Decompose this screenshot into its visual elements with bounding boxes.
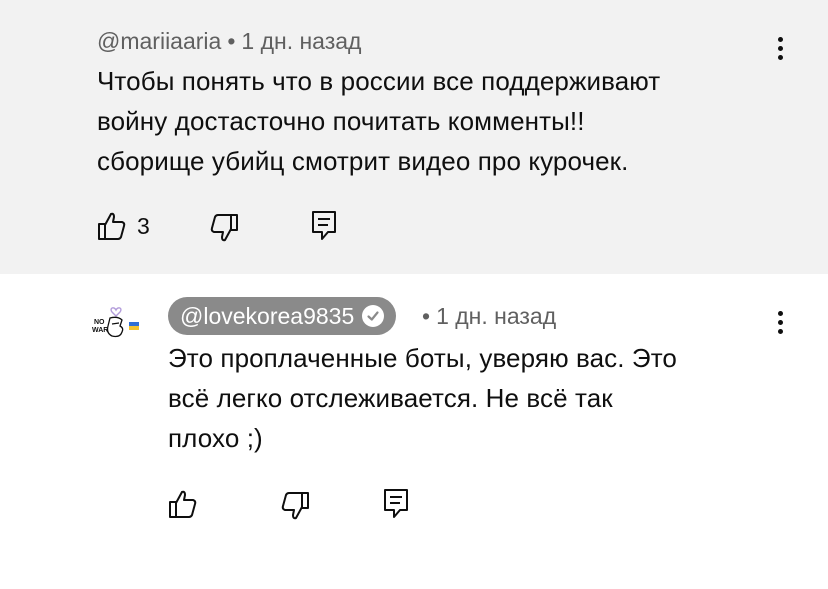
svg-text:NO: NO [94,319,105,326]
meta-separator: • [422,303,431,329]
reply-time[interactable]: 1 дн. назад [436,303,556,329]
reply-text-line: всё легко отслеживается. Не всё так [168,383,613,413]
top-comment: @mariiaaria • 1 дн. назад Чтобы понять что… [0,0,828,274]
comment-text-line: Чтобы понять что в россии все поддержива… [97,66,661,96]
author-handle-chip[interactable]: @lovekorea9835 [168,297,397,335]
reply-icon [383,488,409,520]
reply-meta: • 1 дн. назад [422,303,556,330]
avatar[interactable]: NO WAR [92,302,142,342]
reply-like-button[interactable] [168,488,198,520]
reply-text-line: Это проплаченные боты, уверяю вас. Это [168,343,677,373]
thumbs-up-icon [97,210,127,242]
reply-dislike-button[interactable] [280,491,310,521]
thumbs-down-icon [280,491,310,521]
like-count: 3 [137,212,150,239]
meta-separator: • [227,28,236,54]
reply-button[interactable] [311,210,337,242]
reply-reply-button[interactable] [383,488,409,520]
comment-author[interactable]: @mariiaaria [97,28,221,54]
reply-text: Это проплаченные боты, уверяю вас. Это в… [168,338,677,458]
comment-time[interactable]: 1 дн. назад [241,28,361,54]
reply-text-line: плохо ;) [168,423,263,453]
comment-text: Чтобы понять что в россии все поддержива… [97,61,660,181]
thumbs-down-icon [209,213,239,243]
svg-text:WAR: WAR [92,327,108,334]
reply-icon [311,210,337,242]
comment-meta: @mariiaaria • 1 дн. назад [97,28,361,55]
reply-author: @lovekorea9835 [180,302,355,329]
comment-more-button[interactable] [768,30,792,66]
comment-text-line: сборище убийц смотрит видео про курочек. [97,146,629,176]
like-button[interactable]: 3 [97,210,150,242]
dislike-button[interactable] [209,213,239,243]
heart-hand-avatar-icon: NO WAR [92,307,139,338]
comment-text-line: войну достасточно почитать комменты!! [97,106,585,136]
reply-more-button[interactable] [768,304,792,340]
verified-icon [362,305,385,327]
thumbs-up-icon [168,488,198,520]
